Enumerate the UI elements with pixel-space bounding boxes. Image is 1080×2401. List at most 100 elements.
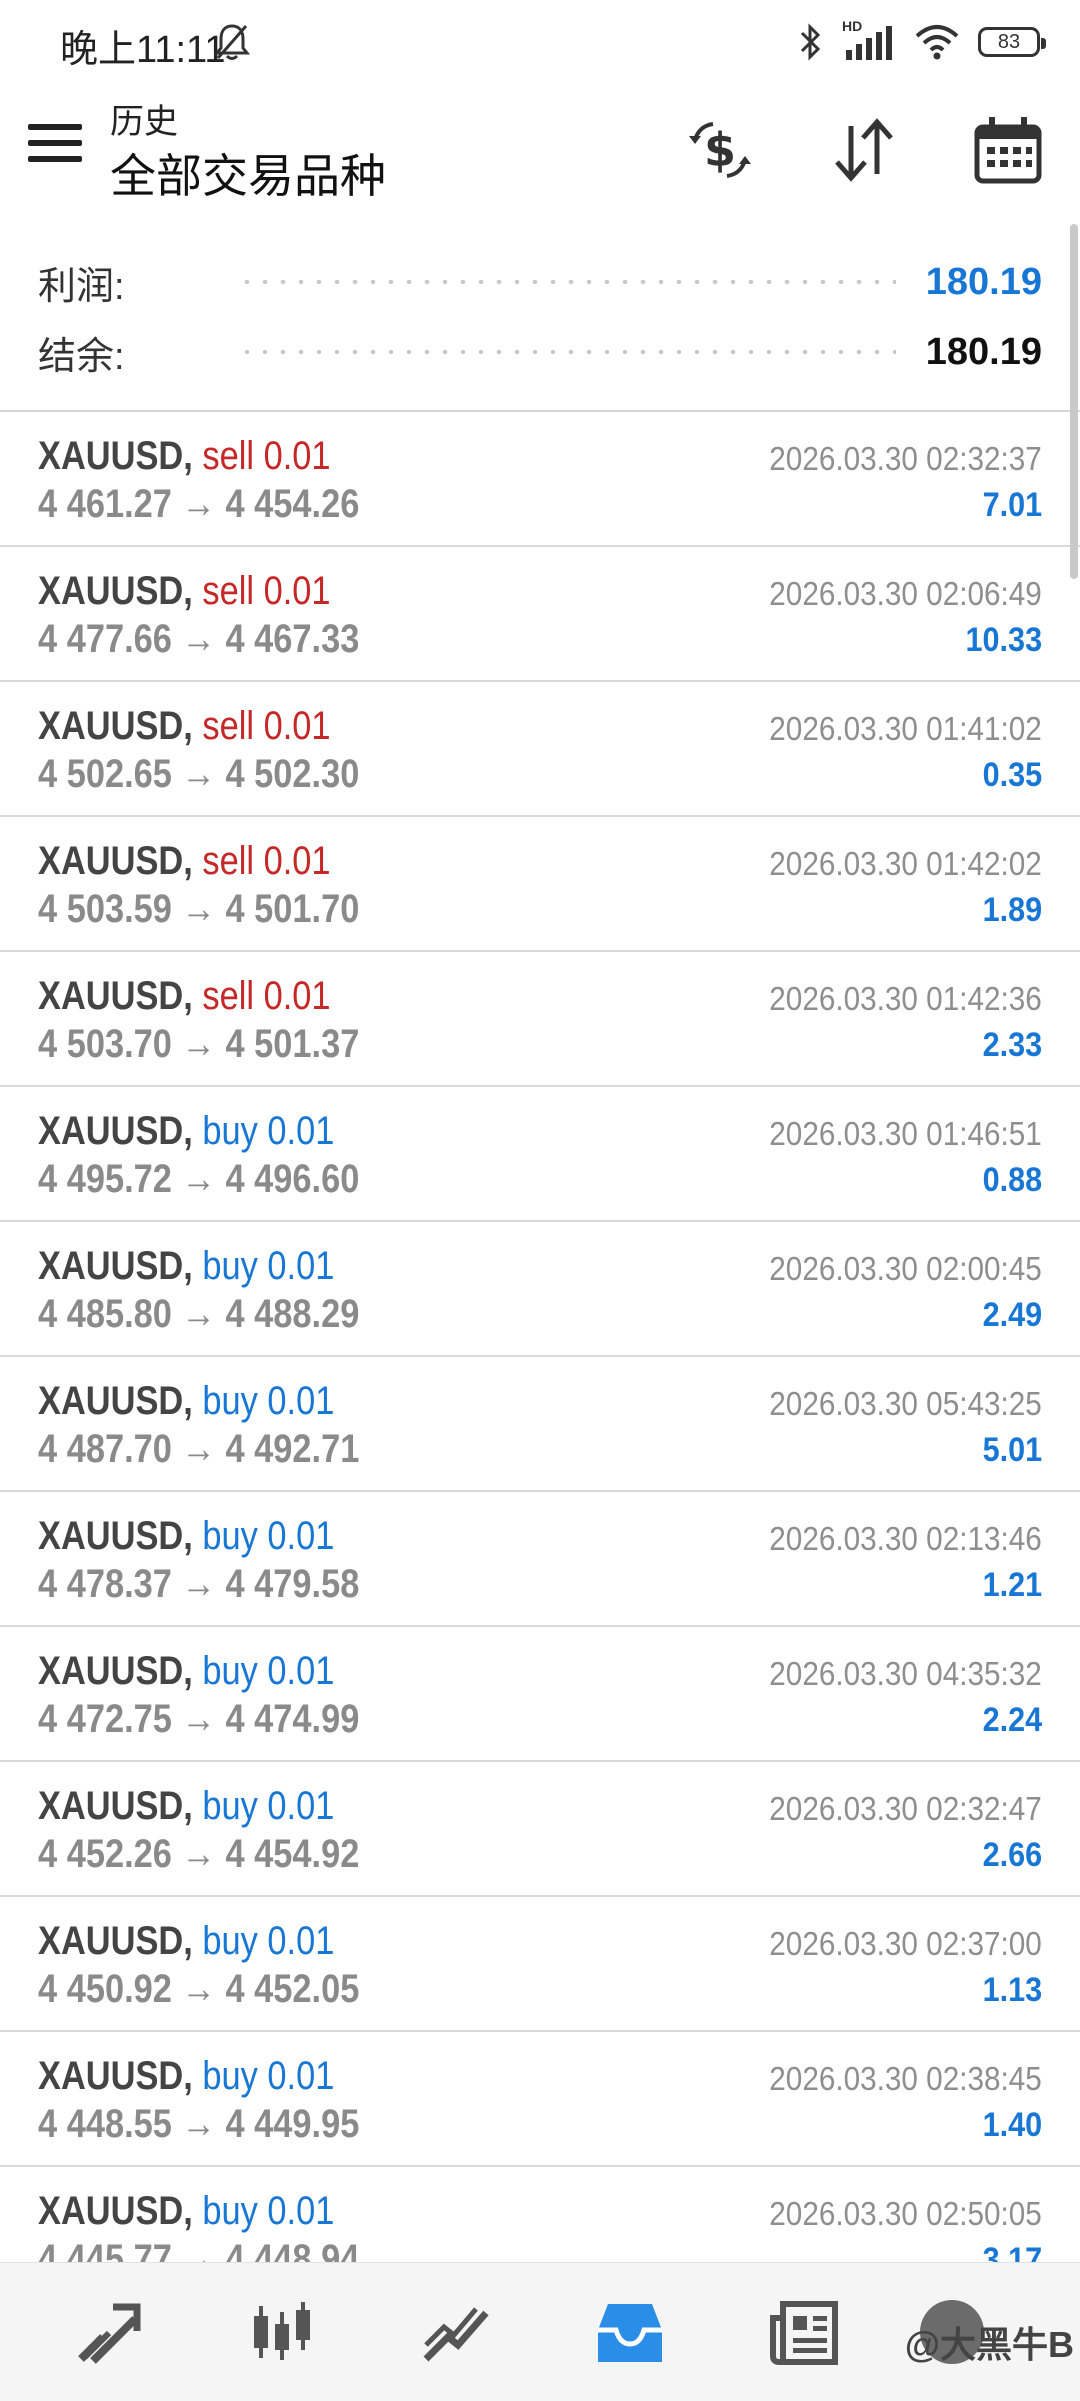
open-price: 4 503.59 xyxy=(38,887,172,931)
trade-time: 2026.03.30 01:46:51 xyxy=(769,1115,1042,1152)
svg-text:$: $ xyxy=(704,123,736,177)
symbol-name: XAUUSD, xyxy=(38,1649,193,1693)
symbol-name: XAUUSD, xyxy=(38,1109,193,1153)
trade-symbol: XAUUSD, buy 0.01 xyxy=(38,1514,334,1559)
trade-time: 2026.03.30 02:50:05 xyxy=(769,2195,1042,2232)
deposit-filter-button[interactable]: $ xyxy=(682,112,758,188)
open-price: 4 450.92 xyxy=(38,1967,172,2011)
trade-row[interactable]: XAUUSD, buy 0.01 4 478.37 → 4 479.58 2026.… xyxy=(0,1492,1080,1627)
trade-symbol: XAUUSD, buy 0.01 xyxy=(38,1784,334,1829)
symbol-name: XAUUSD, xyxy=(38,1379,193,1423)
trade-profit: 5.01 xyxy=(982,1431,1042,1469)
trade-time: 2026.03.30 02:38:45 xyxy=(769,2060,1042,2097)
quotes-icon xyxy=(78,2303,141,2364)
trade-side: buy 0.01 xyxy=(202,1109,335,1153)
signal-icon: HD xyxy=(842,18,896,62)
arrow-icon: → xyxy=(181,2102,216,2146)
trade-time: 2026.03.30 02:32:37 xyxy=(769,440,1042,477)
trade-side: buy 0.01 xyxy=(202,1649,335,1693)
app-header: 历史 全部交易品种 $ xyxy=(0,84,1080,224)
trade-row[interactable]: XAUUSD, buy 0.01 4 495.72 → 4 496.60 2026.… xyxy=(0,1087,1080,1222)
symbol-name: XAUUSD, xyxy=(38,1514,193,1558)
trade-side: buy 0.01 xyxy=(202,1784,335,1828)
trade-row[interactable]: XAUUSD, sell 0.01 4 503.70 → 4 501.37 2026… xyxy=(0,952,1080,1087)
nav-history[interactable] xyxy=(590,2293,670,2373)
trade-row[interactable]: XAUUSD, buy 0.01 4 445.77 → 4 448.94 2026.… xyxy=(0,2167,1080,2262)
trade-row[interactable]: XAUUSD, buy 0.01 4 487.70 → 4 492.71 2026.… xyxy=(0,1357,1080,1492)
close-price: 4 492.71 xyxy=(225,1427,360,1471)
trade-row[interactable]: XAUUSD, buy 0.01 4 485.80 → 4 488.29 2026.… xyxy=(0,1222,1080,1357)
trade-history-list[interactable]: XAUUSD, sell 0.01 4 461.27 → 4 454.26 2026… xyxy=(0,412,1080,2262)
arrow-icon: → xyxy=(181,1967,216,2011)
status-time: 晚上11:11 xyxy=(60,29,226,71)
trade-profit: 7.01 xyxy=(982,486,1042,524)
nav-chart[interactable] xyxy=(242,2293,322,2373)
arrow-icon: → xyxy=(181,752,216,796)
close-price: 4 488.29 xyxy=(225,1292,360,1336)
open-price: 4 477.66 xyxy=(38,617,172,661)
symbol-name: XAUUSD, xyxy=(38,1244,193,1288)
trade-profit: 1.13 xyxy=(982,1971,1042,2009)
trade-time: 2026.03.30 01:41:02 xyxy=(769,710,1042,747)
sort-arrows-icon xyxy=(835,118,893,182)
sort-button[interactable] xyxy=(826,112,902,188)
trade-time: 2026.03.30 02:13:46 xyxy=(769,1520,1042,1557)
trade-prices: 4 495.72 → 4 496.60 xyxy=(38,1157,359,1202)
arrow-icon: → xyxy=(181,887,216,931)
trade-profit: 10.33 xyxy=(965,621,1042,659)
trade-row[interactable]: XAUUSD, buy 0.01 4 452.26 → 4 454.92 2026.… xyxy=(0,1762,1080,1897)
arrow-icon: → xyxy=(181,1697,216,1741)
trade-side: buy 0.01 xyxy=(202,1514,335,1558)
trade-row[interactable]: XAUUSD, sell 0.01 4 477.66 → 4 467.33 2026… xyxy=(0,547,1080,682)
calendar-button[interactable] xyxy=(970,112,1046,188)
close-price: 4 474.99 xyxy=(225,1697,360,1741)
nav-quotes[interactable] xyxy=(68,2293,148,2373)
nav-news[interactable] xyxy=(764,2293,844,2373)
open-price: 4 503.70 xyxy=(38,1022,172,1066)
trade-profit: 1.40 xyxy=(982,2106,1042,2144)
trade-row[interactable]: XAUUSD, sell 0.01 4 503.59 → 4 501.70 2026… xyxy=(0,817,1080,952)
trade-time: 2026.03.30 01:42:02 xyxy=(769,845,1042,882)
bluetooth-icon xyxy=(800,23,821,61)
trade-row[interactable]: XAUUSD, buy 0.01 4 448.55 → 4 449.95 2026.… xyxy=(0,2032,1080,2167)
symbol-filter[interactable]: 全部交易品种 xyxy=(110,140,386,206)
symbol-name: XAUUSD, xyxy=(38,569,193,613)
trade-side: buy 0.01 xyxy=(202,1244,335,1288)
open-price: 4 502.65 xyxy=(38,752,172,796)
symbol-name: XAUUSD, xyxy=(38,974,193,1018)
trade-prices: 4 477.66 → 4 467.33 xyxy=(38,617,359,662)
trade-side: sell 0.01 xyxy=(202,974,331,1018)
trade-profit: 0.88 xyxy=(982,1161,1042,1199)
battery-level: 83 xyxy=(997,30,1021,53)
trade-side: buy 0.01 xyxy=(202,2189,335,2233)
trade-time: 2026.03.30 02:37:00 xyxy=(769,1925,1042,1962)
scrollbar[interactable] xyxy=(1070,224,1078,579)
menu-icon[interactable] xyxy=(28,124,82,178)
trade-prices: 4 461.27 → 4 454.26 xyxy=(38,482,359,527)
trade-row[interactable]: XAUUSD, buy 0.01 4 472.75 → 4 474.99 2026.… xyxy=(0,1627,1080,1762)
balance-value: 180.19 xyxy=(925,330,1042,373)
trade-profit: 3.17 xyxy=(982,2241,1042,2262)
trade-prices: 4 503.70 → 4 501.37 xyxy=(38,1022,359,1067)
trade-symbol: XAUUSD, buy 0.01 xyxy=(38,1919,334,1964)
trade-row[interactable]: XAUUSD, sell 0.01 4 461.27 → 4 454.26 2026… xyxy=(0,412,1080,547)
nav-trade[interactable] xyxy=(416,2293,496,2373)
profit-row: 利润: 180.19 xyxy=(38,252,1042,312)
trade-row[interactable]: XAUUSD, sell 0.01 4 502.65 → 4 502.30 2026… xyxy=(0,682,1080,817)
trade-prices: 4 478.37 → 4 479.58 xyxy=(38,1562,359,1607)
open-price: 4 461.27 xyxy=(38,482,172,526)
trade-profit: 0.35 xyxy=(982,756,1042,794)
symbol-name: XAUUSD, xyxy=(38,1784,193,1828)
close-price: 4 479.58 xyxy=(225,1562,360,1606)
open-price: 4 472.75 xyxy=(38,1697,172,1741)
trade-row[interactable]: XAUUSD, buy 0.01 4 450.92 → 4 452.05 2026.… xyxy=(0,1897,1080,2032)
trade-symbol: XAUUSD, sell 0.01 xyxy=(38,434,331,479)
trade-profit: 2.33 xyxy=(982,1026,1042,1064)
trade-side: buy 0.01 xyxy=(202,1379,335,1423)
trade-time: 2026.03.30 02:32:47 xyxy=(769,1790,1042,1827)
balance-row: 结余: 180.19 xyxy=(38,322,1042,382)
trade-side: sell 0.01 xyxy=(202,569,331,613)
calendar-icon xyxy=(974,117,1042,184)
close-price: 4 467.33 xyxy=(225,617,360,661)
trade-profit: 1.89 xyxy=(982,891,1042,929)
